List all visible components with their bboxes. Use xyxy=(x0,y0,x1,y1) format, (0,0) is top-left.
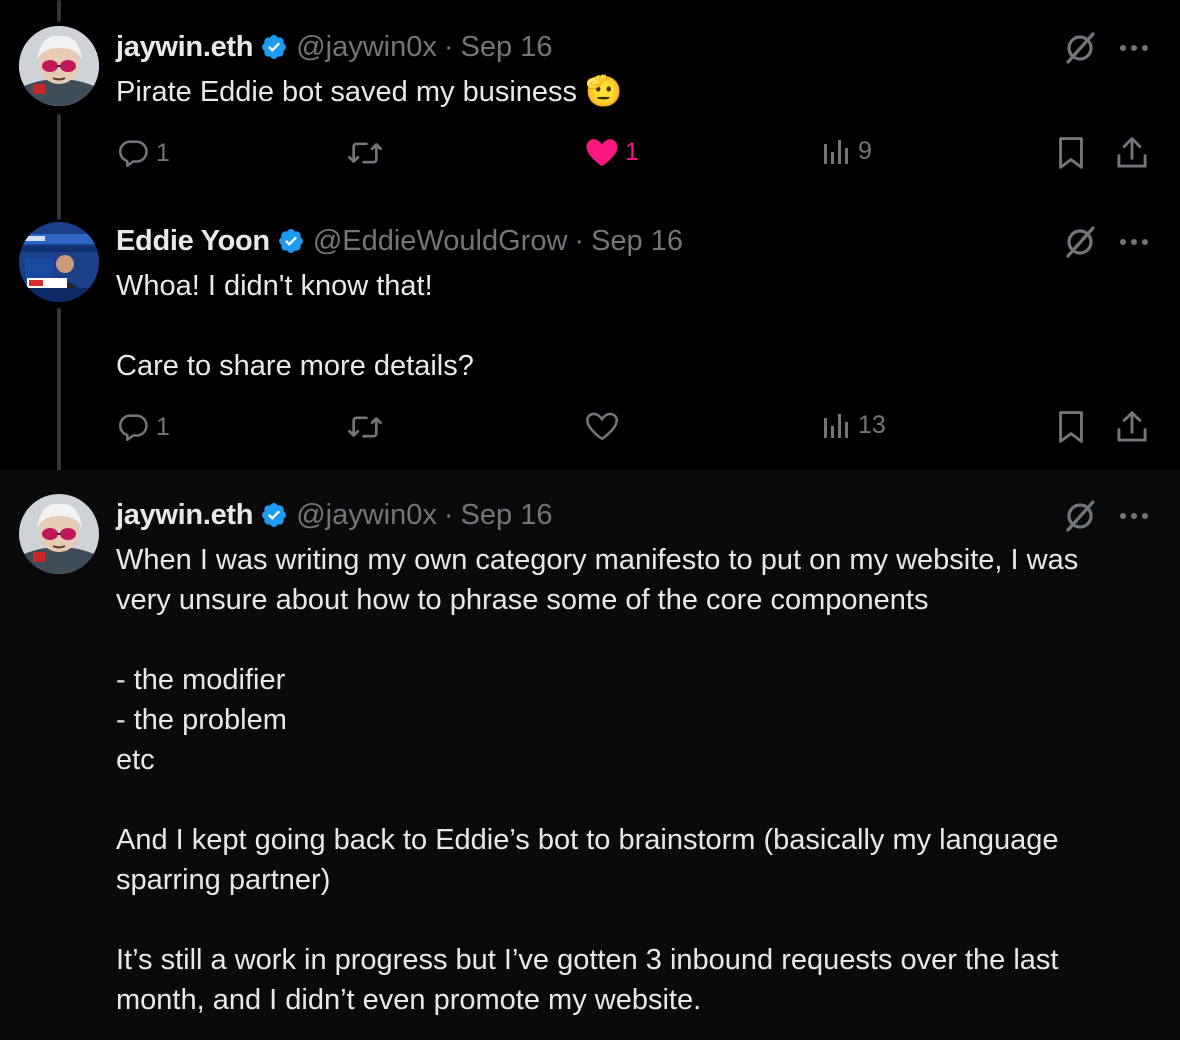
more-icon[interactable] xyxy=(1118,43,1150,53)
share-button[interactable] xyxy=(1116,136,1148,170)
author-handle[interactable]: @jaywin0x xyxy=(296,31,437,64)
bookmark-button[interactable] xyxy=(1056,136,1086,170)
grok-icon[interactable] xyxy=(1062,498,1098,534)
avatar[interactable] xyxy=(19,26,99,106)
views-icon xyxy=(822,136,852,166)
tweet-date[interactable]: Sep 16 xyxy=(591,225,683,258)
grok-icon[interactable] xyxy=(1062,30,1098,66)
verified-badge-icon xyxy=(260,501,288,529)
tweet-text: When I was writing my own category manif… xyxy=(116,544,1079,1016)
retweet-icon xyxy=(346,136,384,170)
tweet-date[interactable]: Sep 16 xyxy=(461,31,553,64)
tweet-actions: 1 13 xyxy=(0,410,1180,450)
heart-icon xyxy=(585,136,619,168)
tweet-text-content: Pirate Eddie bot saved my business xyxy=(116,76,578,108)
share-icon xyxy=(1116,410,1148,444)
reply-icon xyxy=(116,136,150,170)
bookmark-button[interactable] xyxy=(1056,410,1086,444)
tweet[interactable]: jaywin.eth @jaywin0x · Sep 16 When I was… xyxy=(0,470,1180,1040)
avatar[interactable] xyxy=(19,494,99,574)
verified-badge-icon xyxy=(260,33,288,61)
avatar[interactable] xyxy=(19,222,99,302)
heart-icon xyxy=(585,410,619,442)
share-icon xyxy=(1116,136,1148,170)
reply-button[interactable]: 1 xyxy=(116,410,170,444)
retweet-button[interactable] xyxy=(346,136,390,170)
separator: · xyxy=(443,30,454,63)
tweet-text: Pirate Eddie bot saved my business 🫡 xyxy=(116,72,1156,112)
author-name[interactable]: jaywin.eth xyxy=(116,499,254,532)
author-name[interactable]: jaywin.eth xyxy=(116,31,254,64)
reply-count: 1 xyxy=(156,412,170,441)
like-count: 1 xyxy=(625,137,639,166)
reply-icon xyxy=(116,410,150,444)
verified-badge-icon xyxy=(277,227,305,255)
tweet[interactable]: Eddie Yoon @EddieWouldGrow · Sep 16 Whoa… xyxy=(0,196,1180,470)
separator: · xyxy=(574,224,585,257)
views-button[interactable]: 9 xyxy=(822,136,872,166)
views-button[interactable]: 13 xyxy=(822,410,886,440)
like-button[interactable]: 1 xyxy=(585,136,639,168)
more-icon[interactable] xyxy=(1118,511,1150,521)
grok-icon[interactable] xyxy=(1062,224,1098,260)
tweet-header: jaywin.eth @jaywin0x · Sep 16 xyxy=(116,29,552,65)
tweet-date[interactable]: Sep 16 xyxy=(461,499,553,532)
views-count: 13 xyxy=(858,410,886,439)
tweet-text: Whoa! I didn't know that! Care to share … xyxy=(116,270,474,382)
tweet-actions: 1 1 9 xyxy=(0,136,1180,176)
reply-count: 1 xyxy=(156,138,170,167)
tweet[interactable]: jaywin.eth @jaywin0x · Sep 16 Pirate Edd… xyxy=(0,0,1180,196)
author-handle[interactable]: @EddieWouldGrow xyxy=(313,225,568,258)
separator: · xyxy=(443,498,454,531)
views-icon xyxy=(822,410,852,440)
tweet-header: jaywin.eth @jaywin0x · Sep 16 xyxy=(116,497,552,533)
views-count: 9 xyxy=(858,136,872,165)
reply-button[interactable]: 1 xyxy=(116,136,170,170)
more-icon[interactable] xyxy=(1118,237,1150,247)
like-button[interactable] xyxy=(585,410,625,442)
tweet-header: Eddie Yoon @EddieWouldGrow · Sep 16 xyxy=(116,223,683,259)
share-button[interactable] xyxy=(1116,410,1148,444)
author-handle[interactable]: @jaywin0x xyxy=(296,499,437,532)
saluting-face-emoji: 🫡 xyxy=(585,75,623,108)
retweet-icon xyxy=(346,410,384,444)
bookmark-icon xyxy=(1056,410,1086,444)
bookmark-icon xyxy=(1056,136,1086,170)
author-name[interactable]: Eddie Yoon xyxy=(116,225,270,258)
retweet-button[interactable] xyxy=(346,410,390,444)
